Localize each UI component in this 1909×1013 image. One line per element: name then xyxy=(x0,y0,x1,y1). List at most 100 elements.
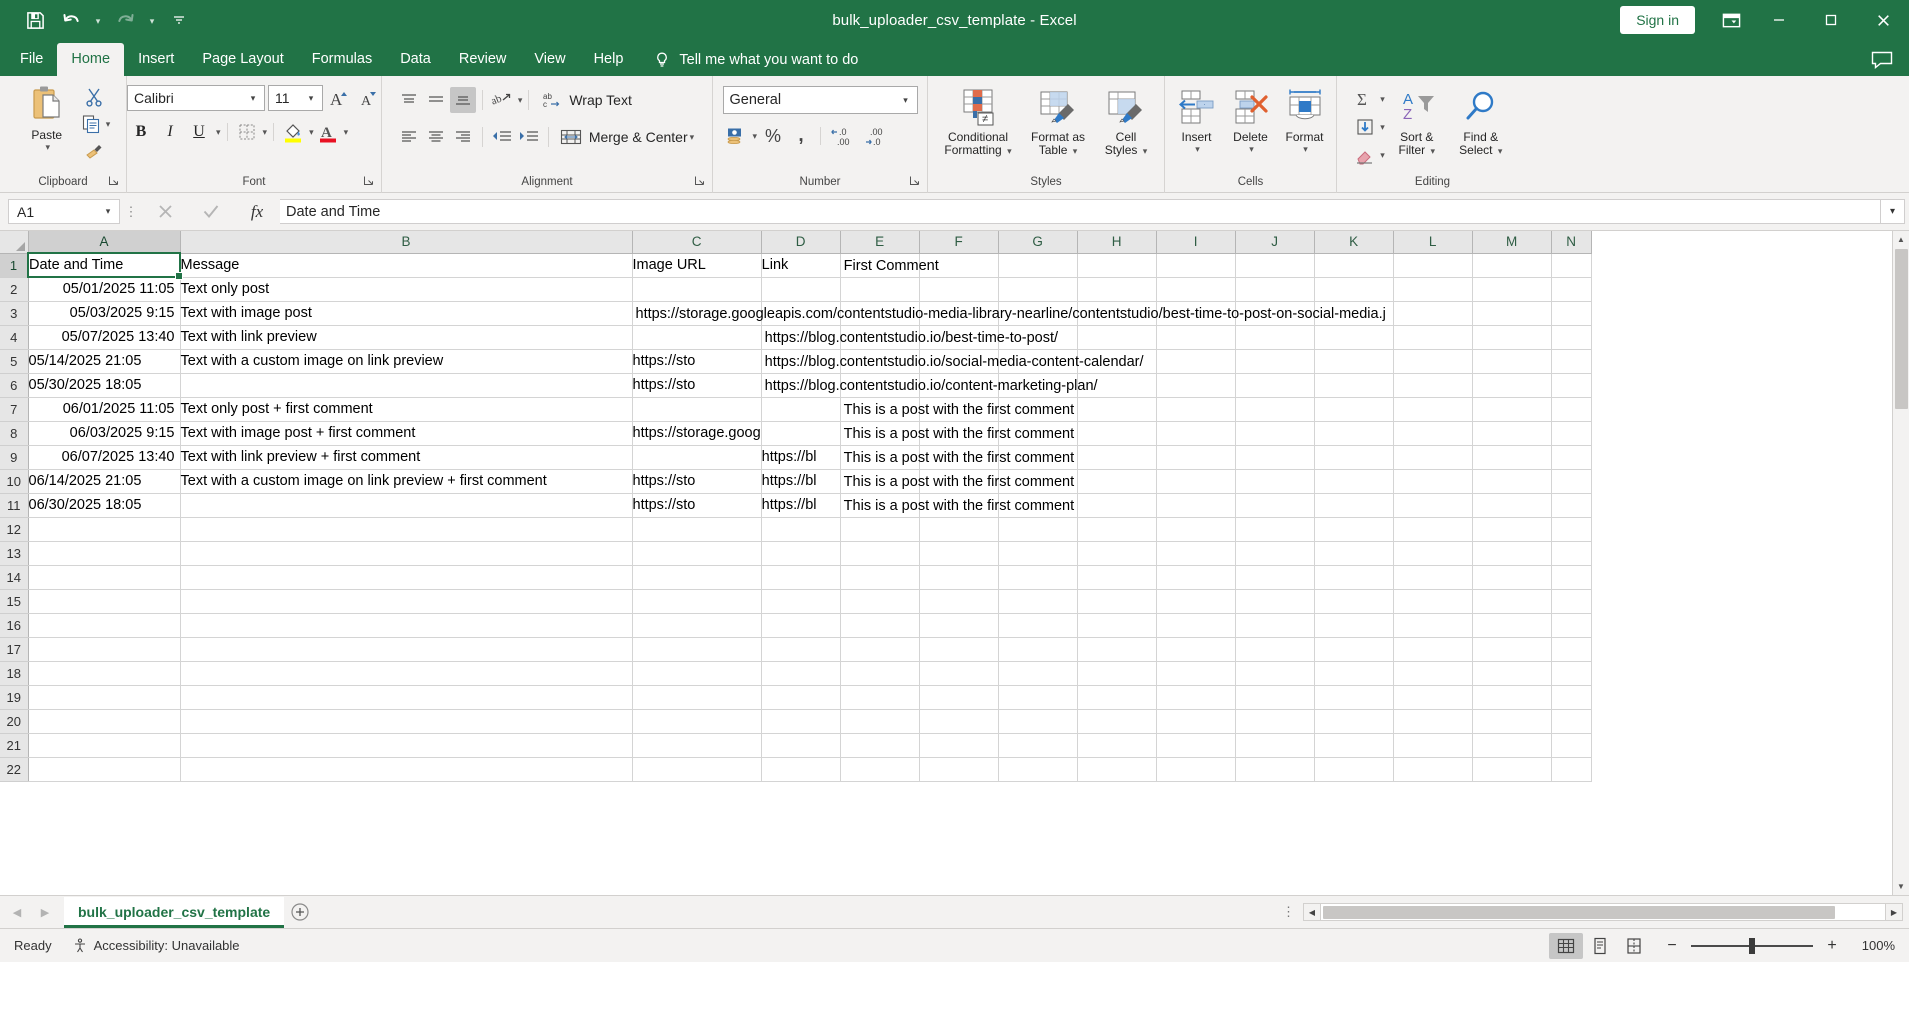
cell-C5[interactable]: https://sto xyxy=(632,349,762,374)
fill-color-button[interactable] xyxy=(280,119,306,145)
cell-M7[interactable] xyxy=(1472,397,1552,422)
cell-F11[interactable] xyxy=(919,493,999,518)
cell-J11[interactable] xyxy=(1235,493,1315,518)
cell-N17[interactable] xyxy=(1551,637,1592,662)
cell-I10[interactable] xyxy=(1156,469,1236,494)
cell-J13[interactable] xyxy=(1235,541,1315,566)
cell-styles-caret-icon[interactable]: ▾ xyxy=(1143,146,1148,156)
column-header-n[interactable]: N xyxy=(1551,231,1592,254)
ribbon-display-options-icon[interactable] xyxy=(1709,0,1753,40)
cell-N8[interactable] xyxy=(1551,421,1592,446)
cell-B12[interactable] xyxy=(180,517,633,542)
cell-N13[interactable] xyxy=(1551,541,1592,566)
cell-M12[interactable] xyxy=(1472,517,1552,542)
cell-N20[interactable] xyxy=(1551,709,1592,734)
cell-N18[interactable] xyxy=(1551,661,1592,686)
cell-N7[interactable] xyxy=(1551,397,1592,422)
cell-G16[interactable] xyxy=(998,613,1078,638)
select-all-corner[interactable] xyxy=(0,231,29,254)
tab-insert[interactable]: Insert xyxy=(124,43,188,76)
cell-H18[interactable] xyxy=(1077,661,1157,686)
cell-A13[interactable] xyxy=(28,541,181,566)
cell-N16[interactable] xyxy=(1551,613,1592,638)
cell-A8[interactable]: 06/03/2025 9:15 xyxy=(28,421,181,446)
cell-J16[interactable] xyxy=(1235,613,1315,638)
row-header-12[interactable]: 12 xyxy=(0,517,29,542)
cell-L2[interactable] xyxy=(1393,277,1473,302)
cell-K20[interactable] xyxy=(1314,709,1394,734)
cell-J4[interactable] xyxy=(1235,325,1315,350)
cell-L11[interactable] xyxy=(1393,493,1473,518)
cell-G19[interactable] xyxy=(998,685,1078,710)
cell-E22[interactable] xyxy=(840,757,920,782)
cell-B20[interactable] xyxy=(180,709,633,734)
cell-G21[interactable] xyxy=(998,733,1078,758)
cell-L14[interactable] xyxy=(1393,565,1473,590)
cancel-entry-button[interactable] xyxy=(142,199,188,224)
copy-caret-icon[interactable]: ▾ xyxy=(106,119,111,130)
cell-N4[interactable] xyxy=(1551,325,1592,350)
cell-J6[interactable] xyxy=(1235,373,1315,398)
cell-F5[interactable] xyxy=(919,349,999,374)
cell-D9[interactable]: https://bl xyxy=(761,445,841,470)
cell-K18[interactable] xyxy=(1314,661,1394,686)
cell-L22[interactable] xyxy=(1393,757,1473,782)
underline-caret-icon[interactable]: ▾ xyxy=(216,127,221,138)
cell-L1[interactable] xyxy=(1393,253,1473,278)
column-header-i[interactable]: I xyxy=(1156,231,1236,254)
cell-L9[interactable] xyxy=(1393,445,1473,470)
cell-A4[interactable]: 05/07/2025 13:40 xyxy=(28,325,181,350)
cell-E1[interactable]: First Comment xyxy=(840,253,939,278)
cell-H3[interactable] xyxy=(1077,301,1157,326)
cell-B17[interactable] xyxy=(180,637,633,662)
format-painter-button[interactable] xyxy=(78,138,111,164)
merge-center-button[interactable]: Merge & Center ▾ xyxy=(555,123,698,151)
cell-D19[interactable] xyxy=(761,685,841,710)
paste-caret-icon[interactable]: ▾ xyxy=(45,142,50,153)
wrap-text-button[interactable]: ab c Wrap Text xyxy=(535,86,638,114)
number-format-caret-icon[interactable]: ▾ xyxy=(899,95,913,106)
cell-I13[interactable] xyxy=(1156,541,1236,566)
cell-G7[interactable] xyxy=(998,397,1078,422)
save-button[interactable] xyxy=(18,5,52,35)
cell-A20[interactable] xyxy=(28,709,181,734)
cell-C13[interactable] xyxy=(632,541,762,566)
cell-N6[interactable] xyxy=(1551,373,1592,398)
name-box-caret-icon[interactable]: ▾ xyxy=(101,206,115,217)
redo-button[interactable] xyxy=(108,5,142,35)
percent-style-button[interactable]: % xyxy=(759,123,787,149)
cell-K21[interactable] xyxy=(1314,733,1394,758)
conditional-formatting-caret-icon[interactable]: ▾ xyxy=(1007,146,1012,156)
next-sheet-button[interactable]: ▶ xyxy=(36,902,54,922)
cell-N14[interactable] xyxy=(1551,565,1592,590)
scroll-down-button[interactable]: ▼ xyxy=(1892,878,1909,895)
cell-G2[interactable] xyxy=(998,277,1078,302)
cell-K6[interactable] xyxy=(1314,373,1394,398)
format-cells-button[interactable]: Format ▾ xyxy=(1278,84,1332,155)
cell-I4[interactable] xyxy=(1156,325,1236,350)
cell-K11[interactable] xyxy=(1314,493,1394,518)
cell-I1[interactable] xyxy=(1156,253,1236,278)
cell-H15[interactable] xyxy=(1077,589,1157,614)
cell-B3[interactable]: Text with image post xyxy=(180,301,633,326)
cell-L6[interactable] xyxy=(1393,373,1473,398)
cell-M17[interactable] xyxy=(1472,637,1552,662)
horizontal-scroll-thumb[interactable] xyxy=(1323,906,1835,919)
cell-C19[interactable] xyxy=(632,685,762,710)
cell-J21[interactable] xyxy=(1235,733,1315,758)
cell-E19[interactable] xyxy=(840,685,920,710)
add-sheet-button[interactable] xyxy=(284,897,316,928)
cell-H8[interactable] xyxy=(1077,421,1157,446)
insert-cells-button[interactable]: Insert ▾ xyxy=(1170,84,1224,155)
cell-I8[interactable] xyxy=(1156,421,1236,446)
cell-H16[interactable] xyxy=(1077,613,1157,638)
column-header-b[interactable]: B xyxy=(180,231,633,254)
cell-G3[interactable] xyxy=(998,301,1078,326)
cell-N19[interactable] xyxy=(1551,685,1592,710)
cell-C12[interactable] xyxy=(632,517,762,542)
cell-H21[interactable] xyxy=(1077,733,1157,758)
cell-G12[interactable] xyxy=(998,517,1078,542)
copy-button[interactable] xyxy=(78,111,104,137)
top-align-button[interactable] xyxy=(396,87,422,113)
align-right-button[interactable] xyxy=(450,124,476,150)
